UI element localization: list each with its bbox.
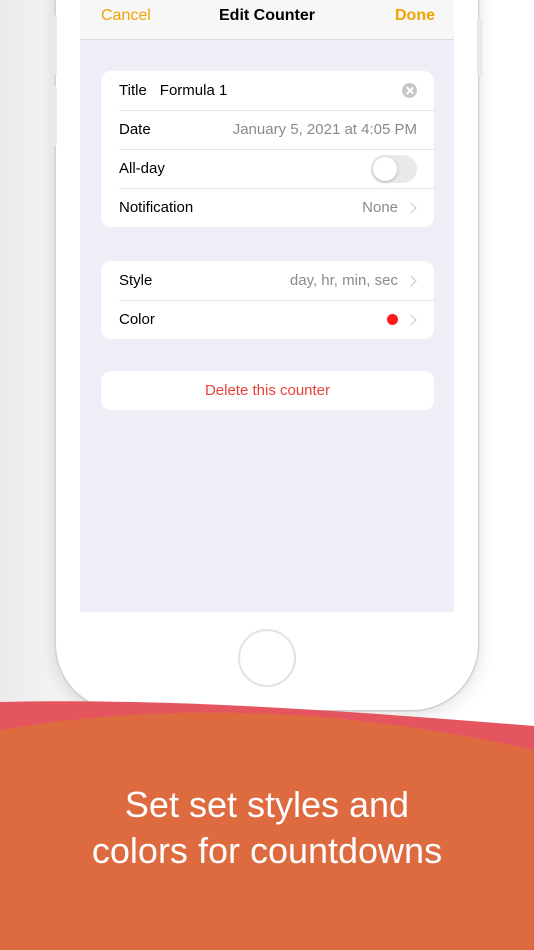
home-button	[238, 629, 296, 687]
color-row[interactable]: Color	[101, 300, 434, 339]
notification-value: None	[362, 199, 398, 216]
title-label: Title	[119, 82, 147, 99]
style-label: Style	[119, 272, 153, 289]
allday-label: All-day	[119, 160, 165, 177]
notification-row[interactable]: Notification None	[101, 188, 434, 227]
delete-counter-button[interactable]: Delete this counter	[101, 371, 434, 410]
phone-screen: Cancel Edit Counter Done Title Formula 1…	[80, 0, 454, 612]
date-value[interactable]: January 5, 2021 at 4:05 PM	[233, 121, 417, 138]
phone-frame: Cancel Edit Counter Done Title Formula 1…	[52, 0, 482, 710]
notification-label: Notification	[119, 199, 194, 216]
allday-toggle[interactable]	[371, 154, 417, 183]
caption-line-1: Set set styles and	[124, 784, 410, 825]
volume-up-button	[52, 15, 57, 75]
chevron-right-icon	[405, 274, 417, 287]
navigation-bar: Cancel Edit Counter Done	[80, 0, 454, 40]
style-value: day, hr, min, sec	[289, 272, 398, 289]
clear-icon[interactable]	[402, 83, 417, 98]
toggle-knob	[373, 156, 397, 181]
appearance-group: Style day, hr, min, sec Color	[101, 261, 434, 339]
color-label: Color	[119, 311, 155, 328]
power-button	[477, 18, 482, 76]
event-settings-group: Title Formula 1 Date January 5, 2021 at …	[101, 71, 434, 227]
done-button[interactable]: Done	[395, 7, 435, 25]
date-label: Date	[119, 121, 151, 138]
caption-line-2: colors for countdowns	[91, 830, 443, 871]
chevron-right-icon	[405, 313, 417, 326]
promo-caption: Set set styles and colors for countdowns	[0, 782, 534, 874]
style-row[interactable]: Style day, hr, min, sec	[101, 261, 434, 300]
volume-down-button	[52, 86, 57, 146]
chevron-right-icon	[405, 201, 417, 214]
allday-row: All-day	[101, 149, 434, 188]
color-swatch	[387, 314, 398, 325]
title-input[interactable]: Formula 1	[160, 82, 402, 99]
delete-group: Delete this counter	[101, 371, 434, 410]
title-row[interactable]: Title Formula 1	[101, 71, 434, 110]
date-row[interactable]: Date January 5, 2021 at 4:05 PM	[101, 110, 434, 149]
